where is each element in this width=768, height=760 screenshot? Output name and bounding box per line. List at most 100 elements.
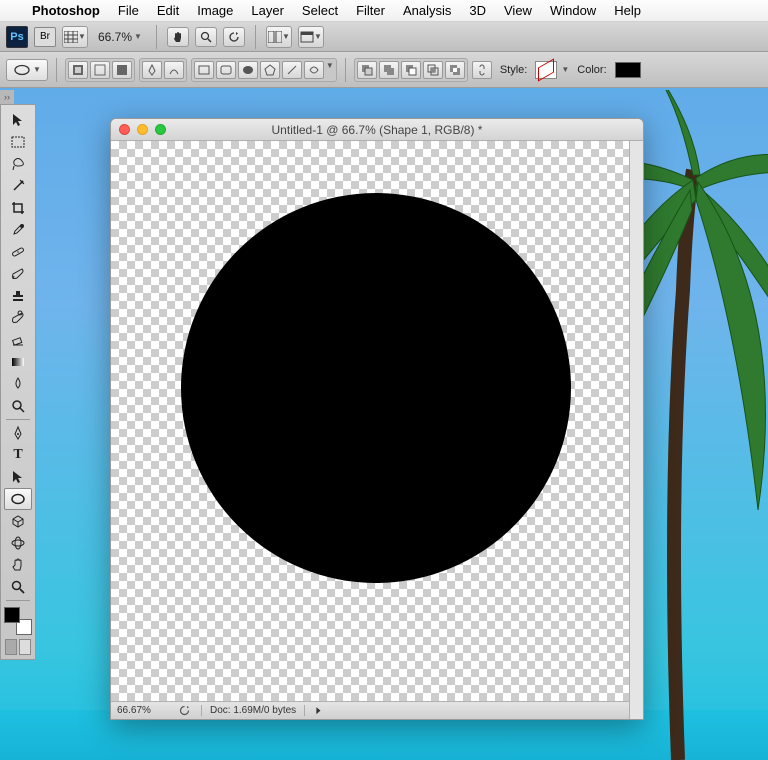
hand-tool[interactable] [4, 554, 32, 576]
status-refresh-icon[interactable] [177, 704, 191, 718]
polygon-shape-icon[interactable] [260, 61, 280, 79]
standard-mode-icon[interactable] [5, 639, 17, 655]
arrange-documents-button[interactable]: ▼ [266, 26, 292, 48]
type-tool[interactable]: T [4, 444, 32, 466]
shape-tools-group: ▼ [191, 58, 337, 82]
status-flyout-icon[interactable]: ▶ [317, 705, 321, 716]
divider [6, 600, 30, 601]
menu-file[interactable]: File [118, 3, 139, 18]
ellipse-tool[interactable] [4, 488, 32, 510]
shape-mode-group [65, 58, 135, 82]
style-label: Style: [496, 64, 532, 76]
app-name[interactable]: Photoshop [32, 3, 100, 18]
history-brush-tool[interactable] [4, 307, 32, 329]
shape-1-ellipse[interactable] [181, 193, 571, 583]
divider [255, 25, 256, 49]
divider [156, 25, 157, 49]
status-doc-info[interactable]: Doc: 1.69M/0 bytes [201, 705, 305, 716]
add-op-icon[interactable] [379, 61, 399, 79]
status-zoom[interactable]: 66.67% [117, 705, 167, 716]
pen-icon[interactable] [142, 61, 162, 79]
3d-tool[interactable] [4, 510, 32, 532]
new-layer-op-icon[interactable] [357, 61, 377, 79]
chevron-down-icon[interactable]: ▼ [561, 65, 569, 74]
rectangle-shape-icon[interactable] [194, 61, 214, 79]
tool-preset-picker[interactable]: ▼ [6, 59, 48, 81]
pen-tool[interactable] [4, 422, 32, 444]
zoom-tool[interactable] [4, 576, 32, 598]
crop-tool[interactable] [4, 197, 32, 219]
zoom-window-icon[interactable] [155, 124, 166, 135]
stamp-tool[interactable] [4, 285, 32, 307]
menu-3d[interactable]: 3D [469, 3, 486, 18]
link-layers-icon[interactable] [472, 61, 492, 79]
divider [6, 419, 30, 420]
menu-select[interactable]: Select [302, 3, 338, 18]
shape-layers-button[interactable] [68, 61, 88, 79]
freeform-pen-icon[interactable] [164, 61, 184, 79]
lasso-tool[interactable] [4, 153, 32, 175]
paths-button[interactable] [90, 61, 110, 79]
canvas[interactable] [111, 141, 629, 701]
brush-tool[interactable] [4, 263, 32, 285]
pen-mode-group [139, 58, 187, 82]
tools-palette: T [0, 104, 36, 660]
subtract-op-icon[interactable] [401, 61, 421, 79]
gradient-tool[interactable] [4, 351, 32, 373]
menu-analysis[interactable]: Analysis [403, 3, 451, 18]
rotate-view-shortcut[interactable] [223, 27, 245, 47]
traffic-lights [119, 124, 166, 135]
zoom-level-dropdown[interactable]: 66.7% ▼ [94, 30, 146, 44]
menu-filter[interactable]: Filter [356, 3, 385, 18]
path-select-tool[interactable] [4, 466, 32, 488]
view-extras-button[interactable]: ▼ [62, 26, 88, 48]
chevron-down-icon: ▼ [134, 32, 142, 41]
line-shape-icon[interactable] [282, 61, 302, 79]
eraser-tool[interactable] [4, 329, 32, 351]
divider [345, 58, 346, 82]
blur-tool[interactable] [4, 373, 32, 395]
bridge-launch-button[interactable]: Br [34, 27, 56, 47]
chevron-down-icon: ▼ [33, 65, 41, 74]
menu-image[interactable]: Image [197, 3, 233, 18]
3d-camera-tool[interactable] [4, 532, 32, 554]
hand-tool-shortcut[interactable] [167, 27, 189, 47]
foreground-background-colors[interactable] [4, 607, 32, 635]
custom-shape-icon[interactable] [304, 61, 324, 79]
chevron-down-icon[interactable]: ▼ [326, 61, 334, 79]
menu-layer[interactable]: Layer [251, 3, 284, 18]
divider [56, 58, 57, 82]
color-picker[interactable] [615, 62, 641, 78]
document-title: Untitled-1 @ 66.7% (Shape 1, RGB/8) * [111, 123, 643, 137]
mac-menubar: Photoshop File Edit Image Layer Select F… [0, 0, 768, 22]
menu-view[interactable]: View [504, 3, 532, 18]
ps-options-bar: ▼ ▼ Style: ▼ Color: [0, 52, 768, 88]
tools-collapse-tab[interactable]: ›› [0, 90, 14, 104]
rounded-rect-shape-icon[interactable] [216, 61, 236, 79]
wand-tool[interactable] [4, 175, 32, 197]
menu-window[interactable]: Window [550, 3, 596, 18]
document-titlebar[interactable]: Untitled-1 @ 66.7% (Shape 1, RGB/8) * [111, 119, 643, 141]
menu-help[interactable]: Help [614, 3, 641, 18]
vertical-scrollbar[interactable] [629, 141, 643, 719]
fill-pixels-button[interactable] [112, 61, 132, 79]
healing-tool[interactable] [4, 241, 32, 263]
ps-logo-icon[interactable]: Ps [6, 26, 28, 48]
intersect-op-icon[interactable] [423, 61, 443, 79]
close-window-icon[interactable] [119, 124, 130, 135]
menu-edit[interactable]: Edit [157, 3, 179, 18]
ellipse-shape-icon[interactable] [238, 61, 258, 79]
screen-mode-button[interactable]: ▼ [298, 26, 324, 48]
eyedropper-tool[interactable] [4, 219, 32, 241]
exclude-op-icon[interactable] [445, 61, 465, 79]
color-label: Color: [573, 64, 610, 76]
marquee-tool[interactable] [4, 131, 32, 153]
quick-mask-icon[interactable] [19, 639, 31, 655]
dodge-tool[interactable] [4, 395, 32, 417]
style-picker[interactable] [535, 61, 557, 79]
foreground-color-swatch[interactable] [4, 607, 20, 623]
zoom-tool-shortcut[interactable] [195, 27, 217, 47]
document-status-bar: 66.67% Doc: 1.69M/0 bytes ▶ [111, 701, 629, 719]
move-tool[interactable] [4, 109, 32, 131]
minimize-window-icon[interactable] [137, 124, 148, 135]
